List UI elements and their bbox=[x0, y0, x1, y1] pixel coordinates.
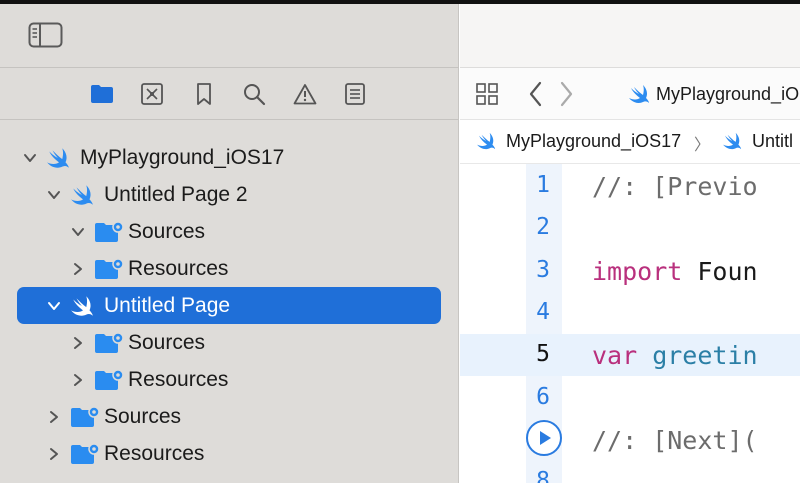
navigator-tabs bbox=[0, 68, 459, 120]
line-number: 3 bbox=[536, 256, 550, 283]
breadcrumb-separator: 〉 bbox=[694, 137, 711, 154]
tree-row-label: Sources bbox=[128, 220, 206, 243]
navigator-sidebar: MyPlayground_iOS17 Untitled Page 2 Sources… bbox=[0, 4, 459, 483]
line-number: 4 bbox=[536, 298, 550, 325]
list-icon[interactable] bbox=[341, 80, 369, 108]
swift-icon bbox=[628, 84, 652, 109]
tree-row[interactable]: Untitled Page bbox=[0, 287, 459, 324]
code-line[interactable]: 3 import Foun bbox=[460, 249, 800, 291]
code-token: var bbox=[592, 341, 638, 371]
code-text: import Foun bbox=[592, 257, 758, 286]
tree-row-label: Resources bbox=[128, 368, 229, 391]
tree-row[interactable]: Resources bbox=[0, 250, 459, 287]
chevron-down-icon[interactable] bbox=[70, 224, 86, 240]
folder-gear-icon bbox=[94, 220, 124, 249]
editor-tab-title[interactable]: MyPlayground_iO bbox=[656, 84, 799, 105]
run-play-icon[interactable] bbox=[526, 419, 562, 456]
code-line[interactable]: 1 //: [Previo bbox=[460, 164, 800, 206]
chevron-right-icon[interactable] bbox=[70, 372, 86, 388]
tree-row[interactable]: Resources bbox=[0, 361, 459, 398]
tree-row[interactable]: Sources bbox=[0, 324, 459, 361]
code-line[interactable]: 5 var greetin bbox=[460, 333, 800, 375]
breadcrumb-item-project[interactable]: MyPlayground_iOS17 bbox=[506, 131, 681, 152]
breadcrumb-item-page[interactable]: Untitl bbox=[752, 131, 793, 152]
line-number: 5 bbox=[536, 341, 550, 368]
swift-icon bbox=[70, 184, 96, 211]
tree-row[interactable]: Resources bbox=[0, 435, 459, 472]
code-token: //: [Previo bbox=[592, 172, 758, 201]
code-line[interactable]: 6 bbox=[460, 376, 800, 418]
tree-row[interactable]: Sources bbox=[0, 398, 459, 435]
tree-row-label: Sources bbox=[104, 405, 182, 428]
code-text: //: [Next]( bbox=[592, 426, 758, 455]
swift-icon bbox=[722, 132, 744, 155]
line-number: 8 bbox=[536, 468, 550, 483]
swift-icon bbox=[46, 147, 72, 174]
line-number: 6 bbox=[536, 383, 550, 410]
source-control-icon[interactable] bbox=[138, 80, 166, 108]
folder-gear-icon bbox=[70, 442, 100, 471]
chevron-right-icon[interactable] bbox=[46, 409, 62, 425]
chevron-right-icon[interactable] bbox=[70, 261, 86, 277]
code-text: //: [Previo bbox=[592, 172, 758, 201]
folder-gear-icon bbox=[94, 331, 124, 360]
code-token: //: [Next]( bbox=[592, 425, 758, 455]
swift-icon bbox=[476, 132, 498, 155]
code-token: greetin bbox=[637, 341, 758, 371]
code-line[interactable]: 8 bbox=[460, 460, 800, 483]
chevron-down-icon[interactable] bbox=[46, 298, 62, 314]
tree-row-label: Resources bbox=[128, 257, 229, 280]
code-token: import bbox=[592, 256, 683, 286]
bookmark-icon[interactable] bbox=[190, 80, 218, 108]
code-line[interactable]: 2 bbox=[460, 206, 800, 248]
tree-row-label: Resources bbox=[104, 442, 205, 465]
warning-icon[interactable] bbox=[291, 80, 319, 108]
editor-tab-bar: MyPlayground_iO bbox=[460, 68, 800, 120]
code-line[interactable]: //: [Next]( bbox=[460, 418, 800, 460]
tree-row-label: Sources bbox=[128, 331, 206, 354]
tree-row[interactable]: Sources bbox=[0, 213, 459, 250]
code-line[interactable]: 4 bbox=[460, 291, 800, 333]
line-number: 2 bbox=[536, 214, 550, 241]
tree-row-label: Untitled Page bbox=[104, 294, 231, 317]
chevron-right-icon[interactable] bbox=[70, 335, 86, 351]
folder-gear-icon bbox=[94, 368, 124, 397]
editor-pane: MyPlayground_iO MyPlayground_iOS17 〉 Unt… bbox=[460, 4, 800, 483]
search-icon[interactable] bbox=[240, 80, 268, 108]
sidebar-toolbar bbox=[0, 4, 459, 68]
forward-icon[interactable] bbox=[558, 80, 576, 108]
editor-toolbar bbox=[460, 4, 800, 68]
tree-row-label: MyPlayground_iOS17 bbox=[80, 146, 285, 169]
tree-row[interactable]: MyPlayground_iOS17 bbox=[0, 139, 459, 176]
code-token: Foun bbox=[682, 256, 758, 286]
tree-row-label: Untitled Page 2 bbox=[104, 183, 248, 206]
swift-icon bbox=[70, 295, 96, 322]
code-editor[interactable]: 1 //: [Previo 2 3 import Foun 4 5 var greetin 6 /… bbox=[460, 164, 800, 483]
folder-gear-icon bbox=[94, 257, 124, 286]
breadcrumb: MyPlayground_iOS17 〉 Untitl bbox=[460, 120, 800, 164]
chevron-right-icon[interactable] bbox=[46, 446, 62, 462]
line-number: 1 bbox=[536, 172, 550, 198]
sidebar-toggle-icon[interactable] bbox=[28, 22, 63, 48]
tree-row[interactable]: Untitled Page 2 bbox=[0, 176, 459, 213]
grid-icon[interactable] bbox=[474, 80, 500, 108]
folder-gear-icon bbox=[70, 405, 100, 434]
chevron-down-icon[interactable] bbox=[22, 150, 38, 166]
back-icon[interactable] bbox=[526, 80, 544, 108]
code-text: var greetin bbox=[592, 341, 758, 370]
folder-icon[interactable] bbox=[88, 80, 116, 108]
chevron-down-icon[interactable] bbox=[46, 187, 62, 203]
